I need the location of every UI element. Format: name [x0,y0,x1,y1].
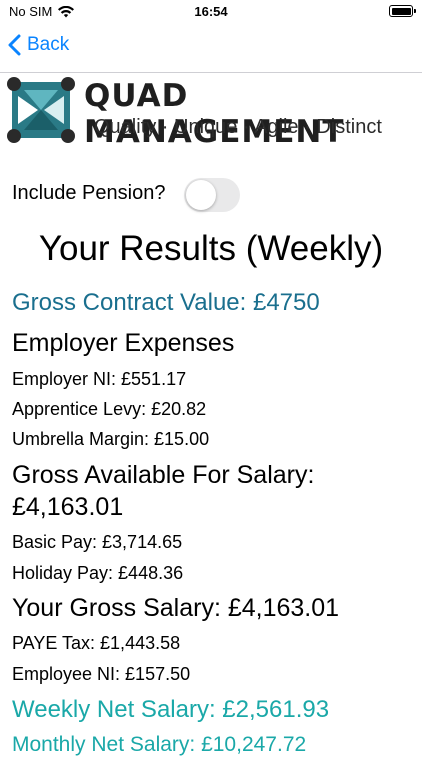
basic-pay: Basic Pay: £3,714.65 [12,532,183,552]
gross-contract-value: Gross Contract Value: £4750 [12,289,320,316]
back-label: Back [27,34,70,55]
gross-available-value: £4,163.01 [12,493,124,521]
weekly-net-salary: Weekly Net Salary: £2,561.93 [12,696,330,723]
results-title: Your Results (Weekly) [38,229,384,268]
quad-logo-icon [7,77,75,143]
toggle-knob [186,180,216,210]
brand-title: QUAD MANAGEMENT [84,78,345,150]
pension-row: Include Pension? [12,178,412,214]
brand-header: QUAD MANAGEMENT Quality · Unique · Agile… [6,76,418,150]
navigation-bar: Back [0,28,422,73]
employer-expenses-heading: Employer Expenses [12,329,235,357]
chevron-left-icon [8,34,21,56]
monthly-net-salary: Monthly Net Salary: £10,247.72 [12,733,307,756]
apprentice-levy: Apprentice Levy: £20.82 [12,399,207,419]
gross-salary: Your Gross Salary: £4,163.01 [12,594,340,622]
pension-label: Include Pension? [12,182,166,204]
status-time: 16:54 [194,4,228,19]
umbrella-margin: Umbrella Margin: £15.00 [12,429,210,449]
back-button[interactable]: Back [8,34,69,56]
brand-tagline: Quality · Unique · Agile · Distinct [94,116,382,138]
status-bar: No SIM 16:54 [0,0,422,24]
holiday-pay: Holiday Pay: £448.36 [12,563,184,583]
gross-available-heading: Gross Available For Salary: [12,461,315,489]
pension-toggle[interactable] [184,178,240,212]
employer-ni: Employer NI: £551.17 [12,369,187,389]
paye-tax: PAYE Tax: £1,443.58 [12,633,181,653]
battery-icon [389,5,416,17]
employee-ni: Employee NI: £157.50 [12,664,191,684]
